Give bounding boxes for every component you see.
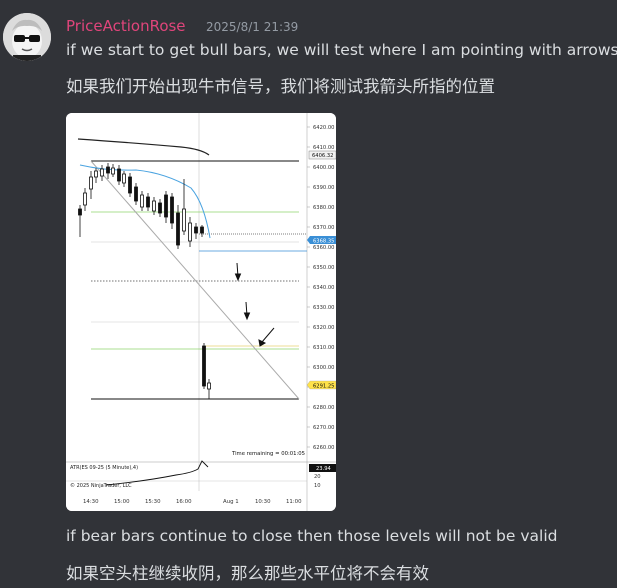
avatar[interactable] [3,13,51,61]
price-tick-label: 6300.00 [313,365,334,371]
time-tick-label: Aug 1 [223,499,239,505]
price-marker-low: 6291.25 [313,384,334,390]
time-tick-label: 11:00 [286,499,302,505]
price-tick-label: 6400.00 [313,165,334,171]
message-timestamp: 2025/8/1 21:39 [206,20,299,34]
message-text: 如果我们开始出现牛市信号，我们将测试我箭头所指的位置 [66,77,495,96]
price-tick-label: 6390.00 [313,185,334,191]
time-tick-label: 16:00 [176,499,192,505]
indicator-value: 23.94 [316,466,332,472]
price-tick-label: 6370.00 [313,225,334,231]
time-tick-label: 14:30 [83,499,99,505]
price-tick-label: 6410.00 [313,145,334,151]
author-name[interactable]: PriceActionRose [66,17,186,35]
price-tick-label: 6340.00 [313,285,334,291]
price-tick-label: 6420.00 [313,125,334,131]
avatar-image [3,13,51,61]
price-tick-label: 6380.00 [313,205,334,211]
time-tick-label: 15:00 [114,499,130,505]
price-tick-label: 6260.00 [313,445,334,451]
message-text: 如果空头柱继续收阴，那么那些水平位将不会有效 [66,564,429,583]
time-tick-label: 10:30 [255,499,271,505]
time-remaining: Time remaining = 00:01:05 [231,451,305,457]
indicator-tick: 10 [314,483,321,489]
price-chart: 6420.00 6410.00 6400.00 6390.00 6380.00 6370.… [66,113,336,511]
copyright: © 2025 NinjaTrader, LLC [70,482,132,489]
price-marker-top: 6406.32 [312,153,333,159]
price-tick-label: 6270.00 [313,425,334,431]
price-tick-label: 6310.00 [313,345,334,351]
message-text: if we start to get bull bars, we will te… [66,41,617,59]
price-tick-label: 6360.00 [313,245,334,251]
price-marker-current: 6368.35 [313,239,334,245]
price-tick-label: 6280.00 [313,405,334,411]
price-tick-label: 6350.00 [313,265,334,271]
indicator-label: ATR(ES 09-25 (5 Minute),4) [70,465,138,471]
price-tick-label: 6320.00 [313,325,334,331]
time-tick-label: 15:30 [145,499,161,505]
indicator-tick: 20 [314,474,321,480]
message-text: if bear bars continue to close then thos… [66,527,558,545]
chart-attachment[interactable]: 6420.00 6410.00 6400.00 6390.00 6380.00 6370.… [66,113,336,511]
price-tick-label: 6330.00 [313,305,334,311]
